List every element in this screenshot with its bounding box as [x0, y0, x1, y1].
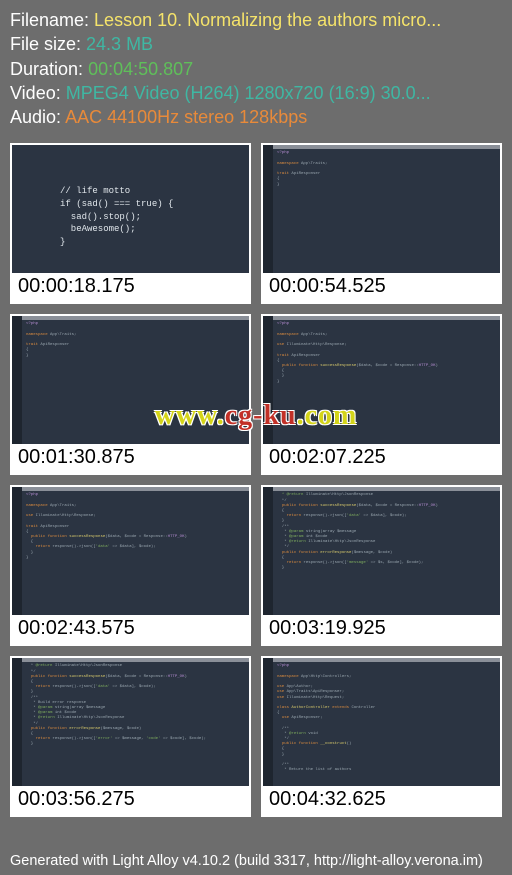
thumbnail-grid: // life motto if (sad() === true) { sad(…	[0, 135, 512, 825]
timestamp: 00:03:19.925	[263, 615, 500, 644]
thumbnail-6[interactable]: * @return Illuminate\Http\JsonResponse *…	[261, 485, 502, 646]
thumbnail-2[interactable]: <?php namespace App\Traits; trait ApiRes…	[261, 143, 502, 304]
thumbnail-1[interactable]: // life motto if (sad() === true) { sad(…	[10, 143, 251, 304]
filename-value: Lesson 10. Normalizing the authors micro…	[94, 10, 441, 30]
frame-preview: <?php namespace App\Traits; trait ApiRes…	[263, 145, 500, 273]
footer-text: Generated with Light Alloy v4.10.2 (buil…	[10, 853, 483, 869]
thumbnail-8[interactable]: <?php namespace App\Http\Controllers; us…	[261, 656, 502, 817]
code-snippet: <?php namespace App\Traits; trait ApiRes…	[26, 322, 243, 358]
video-label: Video:	[10, 83, 61, 103]
filesize-label: File size:	[10, 34, 81, 54]
frame-preview: * @return Illuminate\Http\JsonResponse *…	[12, 658, 249, 786]
filename-row: Filename: Lesson 10. Normalizing the aut…	[10, 8, 502, 32]
frame-preview: <?php namespace App\Traits; use Illumina…	[12, 487, 249, 615]
code-snippet: * @return Illuminate\Http\JsonResponse *…	[26, 664, 243, 747]
audio-row: Audio: AAC 44100Hz stereo 128kbps	[10, 105, 502, 129]
frame-preview: // life motto if (sad() === true) { sad(…	[12, 145, 249, 273]
filesize-value: 24.3 MB	[86, 34, 153, 54]
filesize-row: File size: 24.3 MB	[10, 32, 502, 56]
duration-row: Duration: 00:04:50.807	[10, 57, 502, 81]
filename-label: Filename:	[10, 10, 89, 30]
code-snippet: <?php namespace App\Traits; use Illumina…	[26, 493, 243, 560]
timestamp: 00:00:18.175	[12, 273, 249, 302]
timestamp: 00:03:56.275	[12, 786, 249, 815]
frame-preview: <?php namespace App\Traits; trait ApiRes…	[12, 316, 249, 444]
frame-preview: * @return Illuminate\Http\JsonResponse *…	[263, 487, 500, 615]
video-value: MPEG4 Video (H264) 1280x720 (16:9) 30.0.…	[66, 83, 431, 103]
audio-label: Audio:	[10, 107, 61, 127]
code-snippet: <?php namespace App\Http\Controllers; us…	[277, 664, 494, 773]
thumbnail-5[interactable]: <?php namespace App\Traits; use Illumina…	[10, 485, 251, 646]
file-metadata: Filename: Lesson 10. Normalizing the aut…	[0, 0, 512, 135]
frame-preview: <?php namespace App\Http\Controllers; us…	[263, 658, 500, 786]
code-snippet: * @return Illuminate\Http\JsonResponse *…	[277, 493, 494, 571]
timestamp: 00:02:43.575	[12, 615, 249, 644]
audio-value: AAC 44100Hz stereo 128kbps	[65, 107, 307, 127]
thumbnail-4[interactable]: <?php namespace App\Traits; use Illumina…	[261, 314, 502, 475]
video-row: Video: MPEG4 Video (H264) 1280x720 (16:9…	[10, 81, 502, 105]
thumbnail-7[interactable]: * @return Illuminate\Http\JsonResponse *…	[10, 656, 251, 817]
thumbnail-3[interactable]: <?php namespace App\Traits; trait ApiRes…	[10, 314, 251, 475]
duration-value: 00:04:50.807	[88, 59, 193, 79]
duration-label: Duration:	[10, 59, 83, 79]
frame-preview: <?php namespace App\Traits; use Illumina…	[263, 316, 500, 444]
code-snippet: <?php namespace App\Traits; trait ApiRes…	[277, 151, 494, 187]
timestamp: 00:02:07.225	[263, 444, 500, 473]
timestamp: 00:00:54.525	[263, 273, 500, 302]
timestamp: 00:01:30.875	[12, 444, 249, 473]
timestamp: 00:04:32.625	[263, 786, 500, 815]
code-snippet: <?php namespace App\Traits; use Illumina…	[277, 322, 494, 384]
code-snippet: // life motto if (sad() === true) { sad(…	[60, 185, 173, 248]
